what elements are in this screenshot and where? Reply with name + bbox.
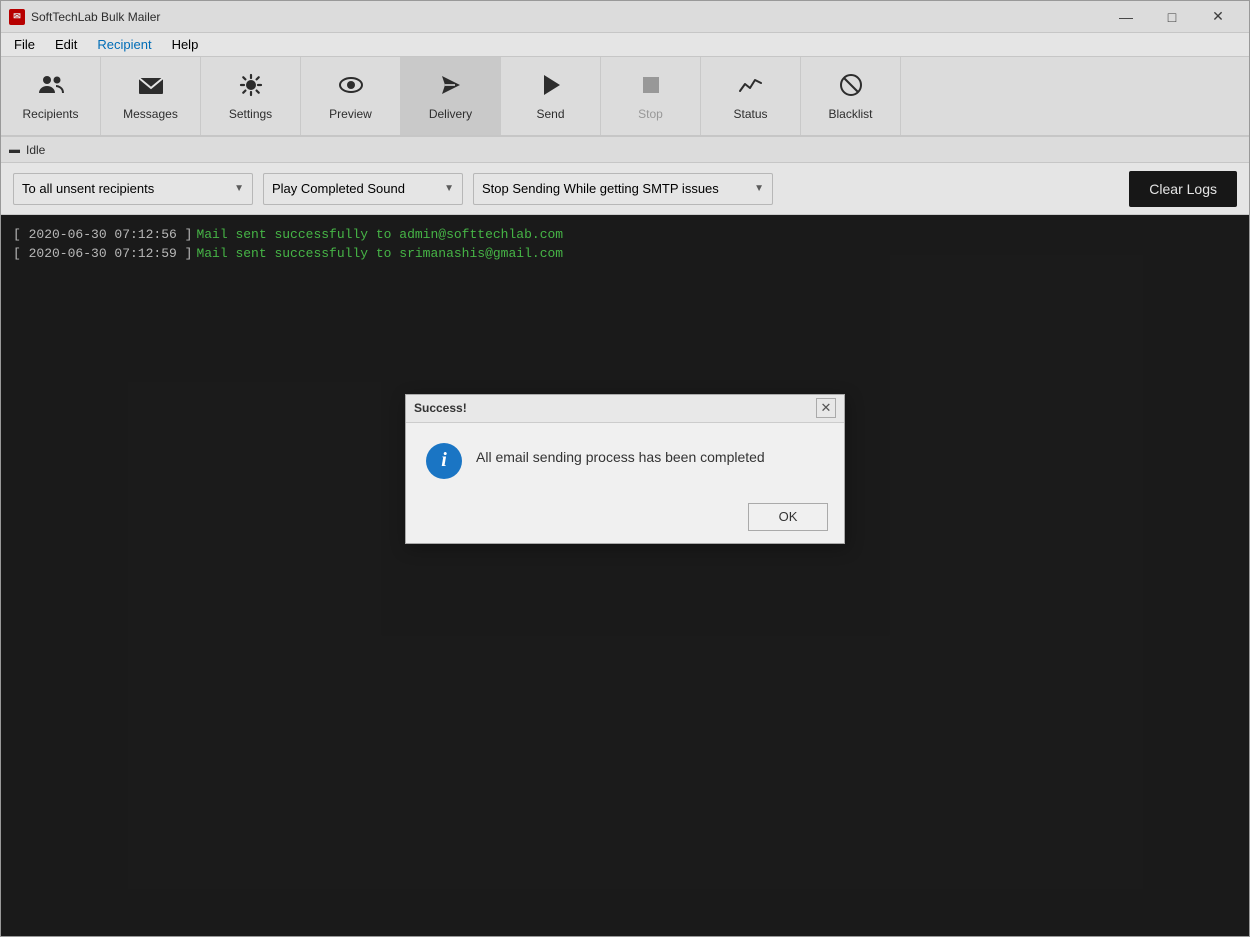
dialog-body: i All email sending process has been com… bbox=[406, 423, 844, 495]
info-icon: i bbox=[426, 443, 462, 479]
dialog-message: All email sending process has been compl… bbox=[476, 443, 765, 465]
dialog-title-bar: Success! ✕ bbox=[406, 395, 844, 423]
dialog-title: Success! bbox=[414, 401, 467, 415]
main-window: ✉ SoftTechLab Bulk Mailer — □ ✕ File Edi… bbox=[0, 0, 1250, 937]
modal-overlay: Success! ✕ i All email sending process h… bbox=[1, 1, 1249, 936]
dialog-footer: OK bbox=[406, 495, 844, 543]
dialog-ok-button[interactable]: OK bbox=[748, 503, 828, 531]
success-dialog: Success! ✕ i All email sending process h… bbox=[405, 394, 845, 544]
dialog-close-button[interactable]: ✕ bbox=[816, 398, 836, 418]
